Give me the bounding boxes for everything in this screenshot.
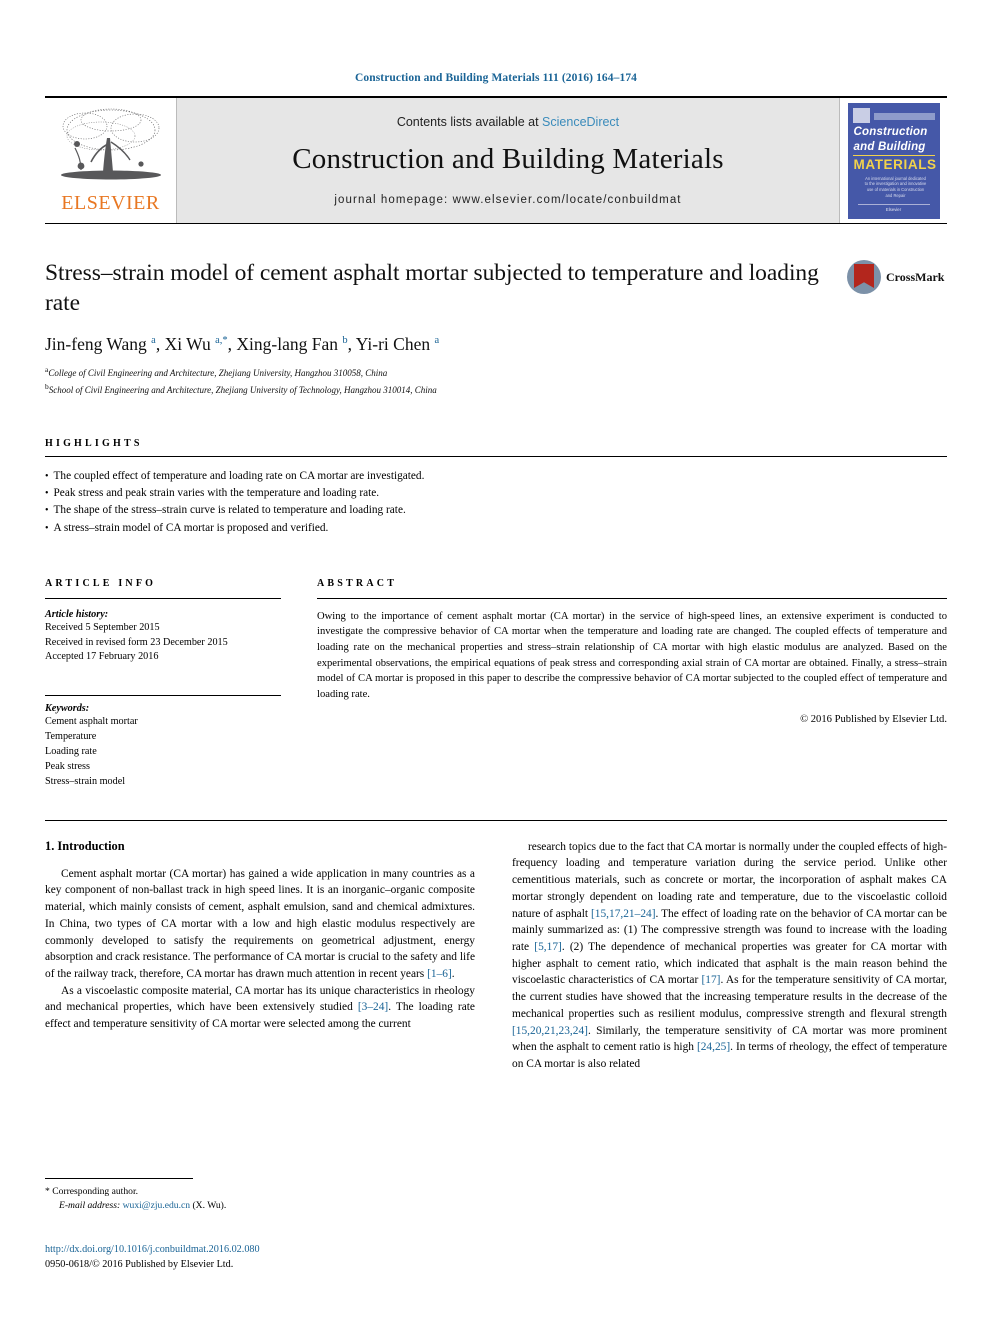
section-title-introduction: 1. Introduction — [45, 838, 125, 853]
elsevier-tree-icon — [60, 108, 161, 180]
highlight-item: The coupled effect of temperature and lo… — [45, 468, 947, 485]
journal-cover-thumbnail[interactable]: Construction and Building MATERIALS An i… — [839, 98, 947, 223]
contents-available-line: Contents lists available at ScienceDirec… — [397, 115, 619, 129]
body-separator — [45, 819, 947, 821]
body-paragraph: As a viscoelastic composite material, CA… — [45, 984, 475, 1031]
highlights-rule — [45, 456, 947, 458]
keyword-item: Peak stress — [45, 761, 90, 772]
corresponding-author-footnote: * Corresponding author. E-mail address: … — [45, 1178, 475, 1214]
cover-title-line1: Construction — [853, 125, 928, 138]
abstract-rule — [317, 597, 947, 599]
document-footer: http://dx.doi.org/10.1016/j.conbuildmat.… — [45, 1243, 260, 1273]
keywords-heading: Keywords: — [45, 703, 90, 715]
body-paragraph: Cement asphalt mortar (CA mortar) has ga… — [45, 867, 475, 980]
cover-footer-text: Elsevier — [857, 203, 930, 212]
cover-title-line2: and Building — [853, 140, 926, 153]
article-history-accepted: Accepted 17 February 2016 — [45, 651, 159, 663]
highlights-label: HIGHLIGHTS — [45, 438, 143, 450]
corresponding-marker: * — [45, 1186, 50, 1197]
article-title: Stress–strain model of cement asphalt mo… — [45, 260, 819, 317]
keyword-item: Cement asphalt mortar — [45, 716, 138, 728]
body-columns: 1. Introduction Cement asphalt mortar (C… — [45, 839, 947, 1073]
highlight-item: Peak stress and peak strain varies with … — [45, 485, 947, 502]
highlight-item: The shape of the stress–strain curve is … — [45, 502, 947, 519]
abstract-text: Owing to the importance of cement asphal… — [317, 610, 947, 701]
article-info-label: ARTICLE INFO — [45, 577, 157, 589]
crossmark-label: CrossMark — [886, 269, 945, 284]
corresponding-text: Corresponding author. — [52, 1186, 139, 1197]
author-list: Jin-feng Wang a, Xi Wu a,*, Xing-lang Fa… — [45, 334, 440, 355]
journal-masthead: ELSEVIER Contents lists available at Sci… — [45, 96, 947, 224]
affiliation-text-b: School of Civil Engineering and Architec… — [48, 385, 437, 396]
keywords-rule — [45, 695, 281, 697]
highlights-section: HIGHLIGHTS The coupled effect of tempera… — [45, 438, 947, 537]
sciencedirect-link[interactable]: ScienceDirect — [542, 115, 619, 129]
body-paragraph: research topics due to the fact that CA … — [512, 840, 948, 1070]
cover-top-bar — [873, 112, 935, 120]
journal-cover-image: Construction and Building MATERIALS An i… — [847, 102, 940, 219]
running-head: Construction and Building Materials 111 … — [354, 72, 638, 84]
keywords-block: Keywords: Cement asphalt mortar Temperat… — [45, 695, 281, 789]
affiliation-text-a: College of Civil Engineering and Archite… — [48, 368, 388, 379]
highlights-list: The coupled effect of temperature and lo… — [45, 468, 947, 537]
journal-title: Construction and Building Materials — [292, 143, 724, 175]
article-info-column: ARTICLE INFO Article history: Received 5… — [45, 573, 281, 790]
article-history-heading: Article history: — [45, 608, 109, 620]
email-address[interactable]: wuxi@zju.edu.cn — [123, 1200, 190, 1211]
title-block: Stress–strain model of cement asphalt mo… — [45, 258, 947, 398]
affiliation-b: bSchool of Civil Engineering and Archite… — [45, 381, 947, 398]
cover-title-line3: MATERIALS — [853, 156, 937, 172]
contents-prefix: Contents lists available at — [396, 115, 543, 129]
abstract-copyright: © 2016 Published by Elsevier Ltd. — [800, 713, 947, 725]
affiliations: aCollege of Civil Engineering and Archit… — [45, 364, 947, 398]
crossmark-icon — [847, 260, 881, 294]
cover-divider — [852, 154, 935, 156]
keyword-item: Temperature — [45, 731, 97, 743]
email-label: E-mail address: — [59, 1200, 121, 1212]
footnote-rule — [45, 1178, 193, 1179]
affiliation-a: aCollege of Civil Engineering and Archit… — [45, 364, 947, 381]
cover-publisher-badge — [852, 107, 870, 123]
article-info-rule — [45, 597, 281, 599]
keyword-item: Stress–strain model — [45, 775, 126, 787]
keyword-item: Loading rate — [45, 746, 97, 758]
abstract-label: ABSTRACT — [317, 577, 398, 589]
article-history-revised: Received in revised form 23 December 201… — [45, 636, 228, 648]
article-history-received: Received 5 September 2015 — [45, 621, 160, 633]
masthead-center: Contents lists available at ScienceDirec… — [177, 98, 839, 223]
corresponding-author-line: * Corresponding author. — [45, 1185, 475, 1199]
body-column-left: 1. Introduction Cement asphalt mortar (C… — [45, 839, 475, 1073]
journal-homepage[interactable]: journal homepage: www.elsevier.com/locat… — [334, 194, 681, 206]
email-owner: (X. Wu). — [192, 1200, 227, 1212]
elsevier-logo: ELSEVIER — [45, 98, 177, 223]
body-column-right: research topics due to the fact that CA … — [512, 839, 947, 1073]
elsevier-wordmark: ELSEVIER — [61, 192, 160, 214]
cover-subtitle: An international journal dedicated to th… — [864, 175, 927, 199]
email-line: E-mail address: wuxi@zju.edu.cn (X. Wu). — [45, 1199, 475, 1213]
abstract-column: ABSTRACT Owing to the importance of ceme… — [317, 573, 947, 790]
article-page: Construction and Building Materials 111 … — [0, 0, 992, 1323]
info-abstract-block: ARTICLE INFO Article history: Received 5… — [45, 573, 947, 790]
doi-link[interactable]: http://dx.doi.org/10.1016/j.conbuildmat.… — [45, 1243, 260, 1258]
crossmark-badge[interactable]: CrossMark — [847, 260, 947, 294]
highlight-item: A stress–strain model of CA mortar is pr… — [45, 520, 947, 537]
issn-copyright-line: 0950-0618/© 2016 Published by Elsevier L… — [45, 1258, 234, 1270]
